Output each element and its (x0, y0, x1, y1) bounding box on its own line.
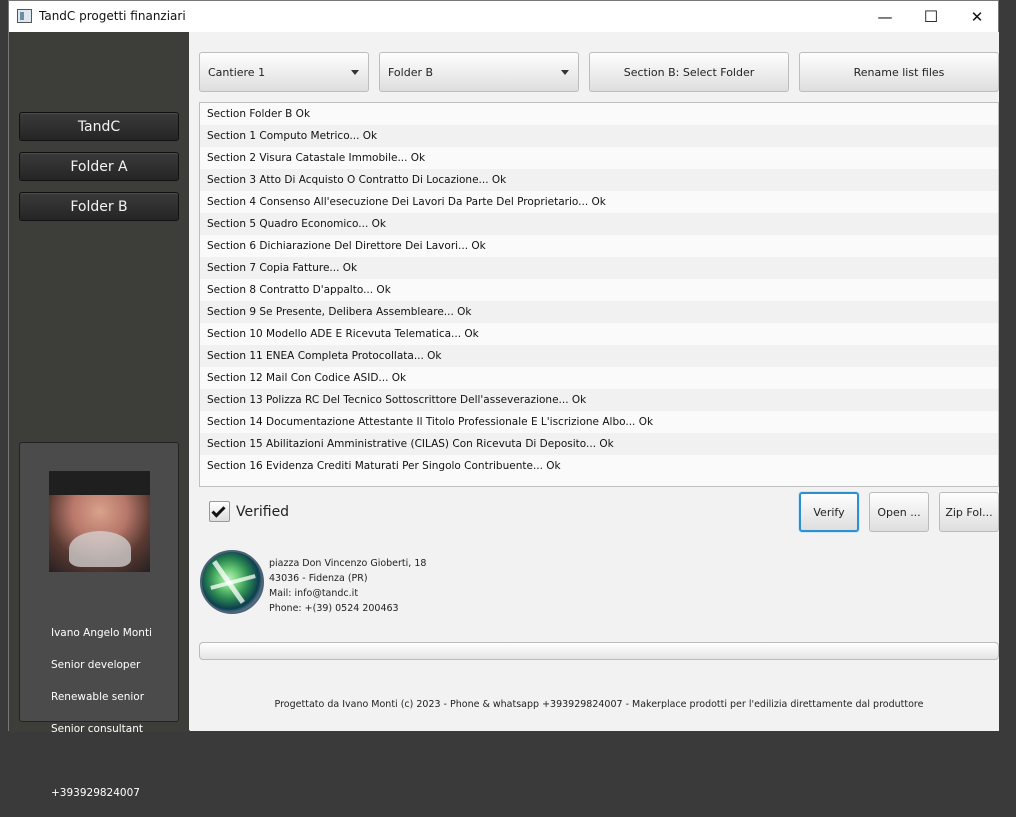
title-bar: TandC progetti finanziari — ☐ ✕ (9, 1, 998, 32)
profile-card: Ivano Angelo Monti Senior developer Rene… (19, 442, 179, 799)
contact-info: piazza Don Vincenzo Gioberti, 18 43036 -… (269, 556, 426, 616)
list-item[interactable]: Section 7 Copia Fatture... Ok (200, 257, 998, 279)
folder-select-value: Folder B (388, 65, 434, 79)
list-item[interactable]: Section 6 Dichiarazione Del Direttore De… (200, 235, 998, 257)
sidebar: TandC Folder A Folder B Ivano Angelo Mon… (9, 32, 189, 799)
open-button[interactable]: Open ... (869, 492, 929, 532)
profile-role-developer: Senior developer (51, 659, 141, 671)
contact-phone: Phone: +(39) 0524 200463 (269, 603, 399, 614)
verified-label: Verified (236, 504, 290, 520)
list-item[interactable]: Section 3 Atto Di Acquisto O Contratto D… (200, 169, 998, 191)
select-folder-button[interactable]: Section B: Select Folder (589, 52, 789, 92)
profile-phone: +393929824007 (51, 787, 140, 799)
list-item[interactable]: Section 10 Modello ADE E Ricevuta Telema… (200, 323, 998, 345)
progress-bar (199, 642, 999, 660)
list-item[interactable]: Section 13 Polizza RC Del Tecnico Sottos… (200, 389, 998, 411)
zip-folder-button[interactable]: Zip Fol... (939, 492, 999, 532)
company-logo-icon (200, 550, 264, 614)
list-item[interactable]: Section 9 Se Presente, Delibera Assemble… (200, 301, 998, 323)
footer-text: Progettato da Ivano Monti (c) 2023 - Pho… (274, 699, 924, 710)
list-item[interactable]: Section Folder B Ok (200, 103, 998, 125)
profile-name: Ivano Angelo Monti (51, 627, 152, 639)
list-item[interactable]: Section 11 ENEA Completa Protocollata...… (200, 345, 998, 367)
minimize-icon[interactable]: — (862, 1, 908, 32)
chevron-down-icon (561, 69, 569, 75)
contact-mail: Mail: info@tandc.it (269, 588, 359, 599)
profile-role-consultant: Senior consultant (51, 723, 143, 735)
rename-list-files-button[interactable]: Rename list files (799, 52, 999, 92)
contact-city: 43036 - Fidenza (PR) (269, 573, 368, 584)
profile-role-renewable: Renewable senior (51, 691, 145, 703)
sidebar-item-tandc[interactable]: TandC (19, 112, 179, 141)
list-item[interactable]: Section 1 Computo Metrico... Ok (200, 125, 998, 147)
list-item[interactable]: Section 8 Contratto D'appalto... Ok (200, 279, 998, 301)
list-item[interactable]: Section 15 Abilitazioni Amministrative (… (200, 433, 998, 455)
avatar (49, 471, 150, 572)
close-icon[interactable]: ✕ (954, 1, 1000, 32)
sidebar-item-folder-a[interactable]: Folder A (19, 152, 179, 181)
site-select[interactable]: Cantiere 1 (199, 52, 369, 92)
main-panel: Cantiere 1 Folder B Section B: Select Fo… (190, 32, 999, 731)
site-select-value: Cantiere 1 (208, 65, 266, 79)
list-item[interactable]: Section 16 Evidenza Crediti Maturati Per… (200, 455, 998, 477)
list-item[interactable]: Section 5 Quadro Economico... Ok (200, 213, 998, 235)
window-title: TandC progetti finanziari (39, 9, 186, 23)
verify-button[interactable]: Verify (799, 492, 859, 532)
app-window: TandC progetti finanziari — ☐ ✕ TandC Fo… (8, 0, 999, 799)
verified-checkbox[interactable] (209, 501, 230, 522)
list-item[interactable]: Section 12 Mail Con Codice ASID... Ok (200, 367, 998, 389)
app-icon (17, 9, 32, 23)
list-item[interactable]: Section 14 Documentazione Attestante Il … (200, 411, 998, 433)
contact-address: piazza Don Vincenzo Gioberti, 18 (269, 558, 427, 569)
sidebar-item-folder-b[interactable]: Folder B (19, 192, 179, 221)
list-item[interactable]: Section 2 Visura Catastale Immobile... O… (200, 147, 998, 169)
maximize-icon[interactable]: ☐ (908, 1, 954, 32)
check-icon (211, 503, 226, 518)
list-item[interactable]: Section 4 Consenso All'esecuzione Dei La… (200, 191, 998, 213)
profile-details: Ivano Angelo Monti Senior developer Rene… (51, 609, 152, 817)
chevron-down-icon (351, 69, 359, 75)
section-list[interactable]: Section Folder B Ok Section 1 Computo Me… (199, 102, 999, 487)
folder-select[interactable]: Folder B (379, 52, 579, 92)
